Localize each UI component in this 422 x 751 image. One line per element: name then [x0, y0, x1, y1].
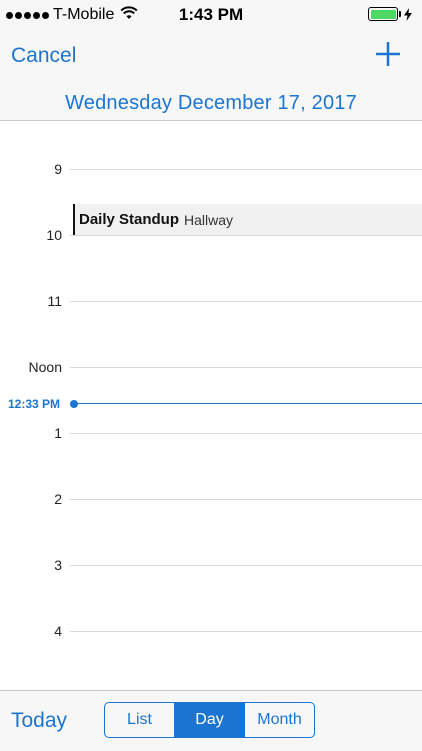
event-location: Hallway — [184, 211, 234, 228]
navigation-bar: Cancel Wednesday December 17, 2017 — [0, 30, 422, 121]
hour-label-4: 4 — [54, 623, 62, 639]
cancel-button[interactable]: Cancel — [11, 44, 76, 68]
hour-label-3: 3 — [54, 557, 62, 573]
hour-line — [70, 169, 422, 170]
hour-line — [70, 367, 422, 368]
current-time-label: 12:33 PM — [7, 397, 60, 411]
hour-label-9: 9 — [54, 161, 62, 177]
hour-label-1: 1 — [54, 425, 62, 441]
hour-line — [70, 235, 422, 236]
hour-label-10: 10 — [46, 227, 62, 243]
today-button[interactable]: Today — [11, 709, 67, 733]
hour-label-11: 11 — [47, 293, 62, 309]
view-mode-segmented-control: List Day Month — [104, 702, 315, 738]
bottom-toolbar: Today List Day Month — [0, 690, 422, 751]
hour-line — [70, 565, 422, 566]
segment-day[interactable]: Day — [174, 703, 244, 737]
hour-label-noon: Noon — [28, 359, 62, 375]
event-daily-standup[interactable]: Daily Standup Hallway — [73, 204, 422, 235]
add-event-button[interactable] — [374, 40, 402, 68]
plus-icon — [376, 42, 400, 66]
hour-line — [70, 631, 422, 632]
status-time: 1:43 PM — [178, 5, 244, 24]
date-title: Wednesday December 17, 2017 — [65, 92, 357, 114]
hour-label-2: 2 — [54, 491, 62, 507]
battery-icon — [368, 7, 412, 21]
status-bar: T-Mobile 1:43 PM — [0, 0, 422, 30]
day-timeline[interactable]: 9 10 11 Noon 1 2 3 4 Daily Standup Hallw… — [0, 121, 422, 690]
hour-line — [70, 499, 422, 500]
hour-line — [70, 433, 422, 434]
current-time-line — [74, 403, 422, 404]
current-time-dot — [70, 400, 78, 408]
event-title: Daily Standup — [79, 211, 180, 228]
charging-bolt-icon — [404, 7, 412, 21]
segment-month[interactable]: Month — [244, 703, 314, 737]
segment-list[interactable]: List — [105, 703, 174, 737]
hour-line — [70, 301, 422, 302]
